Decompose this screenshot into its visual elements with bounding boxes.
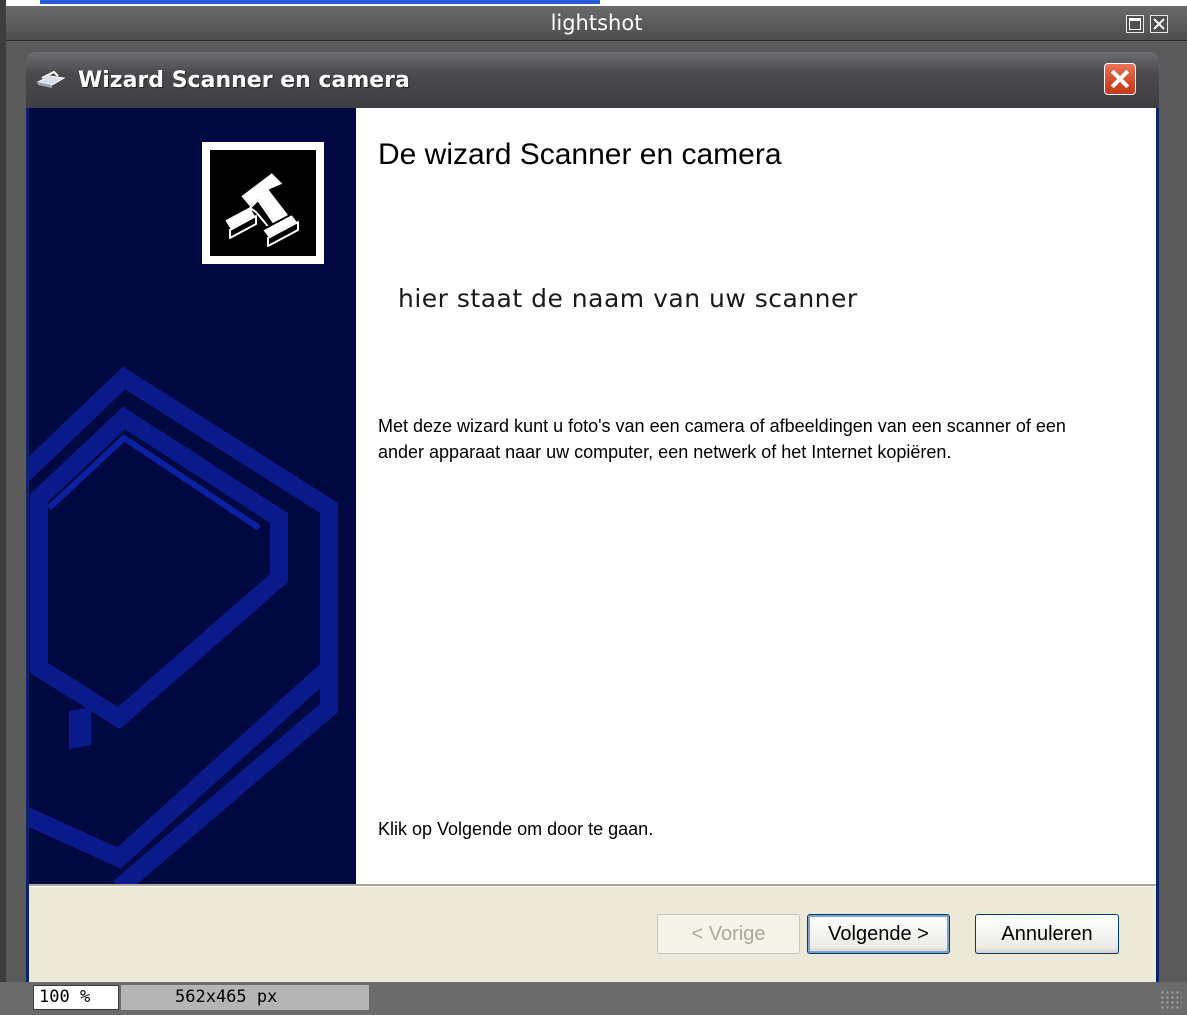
wizard-logo-background: [210, 150, 316, 256]
wizard-description: Met deze wizard kunt u foto's van een ca…: [378, 416, 1066, 462]
resize-grip-icon[interactable]: [1160, 990, 1182, 1010]
cancel-button[interactable]: Annuleren: [975, 914, 1119, 954]
dialog-title: Wizard Scanner en camera: [78, 68, 410, 93]
wizard-hint: Klik op Volgende om door te gaan.: [378, 819, 654, 839]
image-size: 562x465 px: [121, 985, 369, 1010]
next-button[interactable]: Volgende >: [807, 914, 950, 954]
page-title: De wizard Scanner en camera: [378, 138, 782, 171]
photo-transfer-icon: [223, 171, 299, 247]
close-icon[interactable]: [1150, 15, 1168, 33]
scanner-camera-icon: [36, 70, 66, 88]
zoom-level[interactable]: 100 %: [33, 985, 119, 1010]
scanner-name: hier staat de naam van uw scanner: [398, 284, 858, 313]
dialog-titlebar[interactable]: Wizard Scanner en camera: [26, 52, 1159, 108]
wizard-content: De wizard Scanner en camera hier staat d…: [356, 108, 1156, 884]
wizard-sidebar: [29, 108, 356, 884]
viewer-titlebar[interactable]: lightshot: [6, 6, 1187, 41]
top-stripe-accent: [40, 0, 600, 4]
viewer-title: lightshot: [550, 11, 643, 35]
dialog-body: De wizard Scanner en camera hier staat d…: [29, 108, 1156, 988]
maximize-icon[interactable]: [1126, 15, 1144, 33]
wizard-dialog: Wizard Scanner en camera De wizard Scann…: [26, 52, 1159, 988]
button-bar: < Vorige Volgende > Annuleren: [29, 887, 1156, 988]
previous-button[interactable]: < Vorige: [657, 914, 800, 954]
dialog-close-icon[interactable]: [1104, 63, 1136, 95]
viewer-left-edge: [0, 0, 6, 1015]
wizard-logo: [202, 142, 324, 264]
